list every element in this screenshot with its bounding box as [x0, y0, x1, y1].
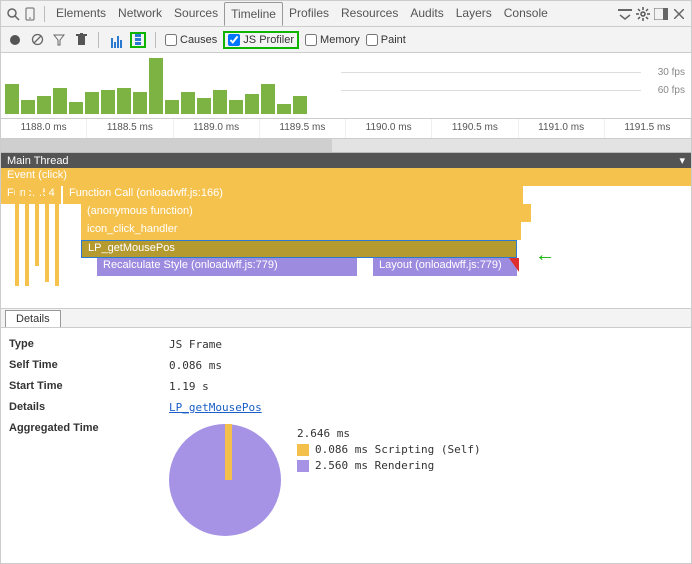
ruler-tick: 1188.0 ms [1, 119, 87, 138]
overview-bar [197, 98, 211, 114]
ruler-tick: 1189.5 ms [260, 119, 346, 138]
ruler-tick: 1191.5 ms [605, 119, 691, 138]
separator [98, 32, 99, 48]
overview-bar [117, 88, 131, 114]
ruler-tick: 1189.0 ms [174, 119, 260, 138]
overview-scrollbar[interactable] [1, 139, 691, 153]
overview-bar [37, 96, 51, 114]
overview-bar [181, 92, 195, 114]
start-time-value: 1.19 s [169, 380, 209, 393]
overview-bar [5, 84, 19, 114]
overview-bar [213, 90, 227, 114]
overview-bar [149, 58, 163, 114]
overview-bar [21, 100, 35, 114]
clear-icon[interactable] [29, 32, 45, 48]
tab-audits[interactable]: Audits [404, 2, 449, 26]
details-label: Details [9, 401, 169, 414]
settings-gear-icon[interactable] [635, 6, 651, 22]
separator [44, 6, 45, 22]
collapse-icon[interactable]: ▾ [679, 154, 685, 167]
search-icon[interactable] [5, 6, 21, 22]
warning-triangle-icon [509, 258, 519, 272]
tab-timeline[interactable]: Timeline [224, 2, 283, 26]
overview-chart[interactable]: 30 fps 60 fps [1, 53, 691, 119]
thread-name: Main Thread [7, 155, 69, 167]
causes-checkbox[interactable]: Causes [165, 34, 217, 46]
drawer-toggle-icon[interactable] [617, 6, 633, 22]
flame-icon-click-handler[interactable]: icon_click_handler [81, 222, 521, 240]
filter-icon[interactable] [51, 32, 67, 48]
overview-bar [229, 100, 243, 114]
flame-lp-getmousepos[interactable]: LP_getMousePos [81, 240, 517, 258]
tab-resources[interactable]: Resources [335, 2, 404, 26]
tab-sources[interactable]: Sources [168, 2, 224, 26]
self-time-label: Self Time [9, 359, 169, 372]
fps-30-label: 30 fps [658, 67, 685, 78]
fps-60-label: 60 fps [658, 85, 685, 96]
memory-label: Memory [320, 34, 360, 46]
overview-bar [69, 102, 83, 114]
close-icon[interactable] [671, 6, 687, 22]
memory-checkbox[interactable]: Memory [305, 34, 360, 46]
framechart-icon[interactable] [108, 32, 124, 48]
flame-function-call[interactable]: Function Call (onloadwff.js:166) [63, 186, 523, 204]
overview-bar [261, 84, 275, 114]
record-icon[interactable] [7, 32, 23, 48]
details-link[interactable]: LP_getMousePos [169, 401, 262, 414]
type-label: Type [9, 338, 169, 351]
tab-layers[interactable]: Layers [450, 2, 498, 26]
tab-network[interactable]: Network [112, 2, 168, 26]
overview-bar [53, 88, 67, 114]
causes-label: Causes [180, 34, 217, 46]
legend-total: 2.646 ms [297, 427, 350, 440]
overview-bar [85, 92, 99, 114]
overview-bar [277, 104, 291, 114]
ruler-tick: 1190.0 ms [346, 119, 432, 138]
ruler-tick: 1190.5 ms [432, 119, 518, 138]
type-value: JS Frame [169, 338, 222, 351]
flame-layout[interactable]: Layout (onloadwff.js:779) [373, 258, 517, 276]
overview-bar [133, 92, 147, 114]
flame-chart[interactable]: Event (click) Func…54) Function Call (on… [1, 168, 691, 308]
js-profiler-checkbox[interactable]: JS Profiler [223, 31, 299, 49]
paint-label: Paint [381, 34, 406, 46]
flamechart-icon[interactable] [130, 32, 146, 48]
flame-function-call-truncated[interactable]: Func…54) [1, 186, 61, 204]
ruler-tick: 1191.0 ms [519, 119, 605, 138]
js-profiler-label: JS Profiler [243, 34, 294, 46]
aggregated-time-pie [169, 424, 281, 536]
tab-elements[interactable]: Elements [50, 2, 112, 26]
pie-legend: 2.646 ms 0.086 ms Scripting (Self) 2.560… [297, 424, 481, 536]
paint-checkbox[interactable]: Paint [366, 34, 406, 46]
time-ruler[interactable]: 1188.0 ms 1188.5 ms 1189.0 ms 1189.5 ms … [1, 119, 691, 139]
legend-scripting: 0.086 ms Scripting (Self) [315, 443, 481, 456]
device-icon[interactable] [23, 6, 39, 22]
thread-header[interactable]: Main Thread ▾ [1, 153, 691, 168]
ruler-tick: 1188.5 ms [87, 119, 173, 138]
swatch-scripting [297, 444, 309, 456]
separator [155, 32, 156, 48]
start-time-label: Start Time [9, 380, 169, 393]
devtools-tabs: Elements Network Sources Timeline Profil… [50, 2, 554, 26]
details-pane: TypeJS Frame Self Time0.086 ms Start Tim… [1, 328, 691, 546]
tab-console[interactable]: Console [498, 2, 554, 26]
dock-icon[interactable] [653, 6, 669, 22]
overview-bar [165, 100, 179, 114]
self-time-value: 0.086 ms [169, 359, 222, 372]
details-tab[interactable]: Details [5, 310, 61, 327]
details-tabbar: Details [1, 308, 691, 328]
overview-bar [101, 90, 115, 114]
tab-profiles[interactable]: Profiles [283, 2, 335, 26]
legend-rendering: 2.560 ms Rendering [315, 459, 434, 472]
flame-recalculate-style[interactable]: Recalculate Style (onloadwff.js:779) [97, 258, 357, 276]
flame-event-click[interactable]: Event (click) [1, 168, 691, 186]
swatch-rendering [297, 460, 309, 472]
gc-icon[interactable] [73, 32, 89, 48]
annotation-arrow-icon: ← [535, 244, 555, 267]
aggregated-time-label: Aggregated Time [9, 422, 169, 536]
overview-bar [293, 96, 307, 114]
overview-bar [245, 94, 259, 114]
flame-anonymous[interactable]: (anonymous function) [81, 204, 531, 222]
